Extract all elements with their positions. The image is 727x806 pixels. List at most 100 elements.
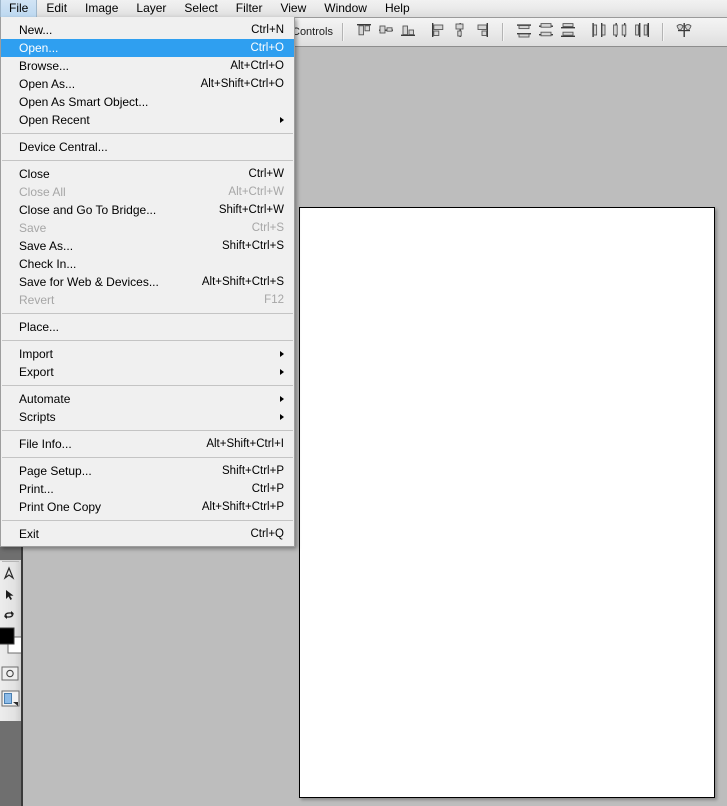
menu-item-new[interactable]: New... Ctrl+N — [1, 21, 294, 39]
menu-item-save-for-web-devices[interactable]: Save for Web & Devices... Alt+Shift+Ctrl+… — [1, 273, 294, 291]
menu-item-label: Import — [19, 347, 54, 361]
quick-mask-mode-icon[interactable] — [0, 665, 21, 688]
menu-item-shortcut: Ctrl+N — [251, 24, 284, 36]
menubar-item-image[interactable]: Image — [76, 0, 127, 17]
menubar-item-label: Edit — [46, 1, 68, 15]
menu-item-shortcut: Alt+Shift+Ctrl+I — [206, 438, 284, 450]
menu-item-scripts[interactable]: Scripts — [1, 408, 294, 426]
menubar-item-layer[interactable]: Layer — [127, 0, 175, 17]
document-canvas[interactable] — [299, 207, 715, 798]
menu-item-close-all: Close All Alt+Ctrl+W — [1, 183, 294, 201]
menu-item-shortcut: Ctrl+W — [248, 168, 284, 180]
menu-item-open-as-smart-object[interactable]: Open As Smart Object... — [1, 93, 294, 111]
menubar-item-label: Filter — [235, 1, 263, 15]
menu-item-shortcut: Ctrl+P — [251, 483, 284, 495]
menu-item-save: Save Ctrl+S — [1, 219, 294, 237]
foreground-background-colors-icon[interactable] — [0, 625, 21, 661]
menu-separator — [2, 457, 293, 458]
menubar-item-label: Window — [324, 1, 367, 15]
menu-item-close-and-go-to-bridge[interactable]: Close and Go To Bridge... Shift+Ctrl+W — [1, 201, 294, 219]
align-horizontal-centers-icon[interactable] — [451, 21, 469, 39]
auto-align-layers-icon[interactable] — [675, 21, 693, 39]
pen-tool-icon[interactable] — [0, 565, 21, 586]
menu-item-label: File Info... — [19, 437, 72, 451]
distribute-vertical-group — [513, 21, 579, 44]
menu-item-close[interactable]: Close Ctrl+W — [1, 165, 294, 183]
menu-item-label: Scripts — [19, 410, 56, 424]
menubar-item-label: Image — [85, 1, 119, 15]
menu-item-save-as[interactable]: Save As... Shift+Ctrl+S — [1, 237, 294, 255]
distribute-horizontal-centers-icon[interactable] — [611, 21, 629, 39]
menu-item-shortcut: Ctrl+Q — [250, 528, 284, 540]
distribute-bottom-edges-icon[interactable] — [559, 21, 577, 39]
file-menu-dropdown[interactable]: New... Ctrl+N Open... Ctrl+O Browse... Alt+Ct… — [0, 17, 295, 547]
screen-mode-icon[interactable] — [0, 689, 21, 714]
auto-align-group — [673, 21, 695, 44]
menu-item-print[interactable]: Print... Ctrl+P — [1, 480, 294, 498]
options-separator-1 — [341, 23, 344, 41]
align-bottom-edges-icon[interactable] — [399, 21, 417, 39]
menu-item-open-as[interactable]: Open As... Alt+Shift+Ctrl+O — [1, 75, 294, 93]
menu-item-print-one-copy[interactable]: Print One Copy Alt+Shift+Ctrl+P — [1, 498, 294, 516]
menu-item-check-in[interactable]: Check In... — [1, 255, 294, 273]
menubar-item-view[interactable]: View — [271, 0, 315, 17]
align-vertical-centers-icon[interactable] — [377, 21, 395, 39]
options-separator-3 — [661, 23, 664, 41]
menubar-item-file[interactable]: File — [0, 0, 38, 17]
menu-separator — [2, 430, 293, 431]
menu-item-label: Open Recent — [19, 113, 90, 127]
menu-item-open[interactable]: Open... Ctrl+O — [1, 39, 294, 57]
submenu-arrow-icon — [280, 396, 284, 402]
distribute-right-edges-icon[interactable] — [633, 21, 651, 39]
menu-item-label: Device Central... — [19, 140, 108, 154]
menu-separator — [2, 520, 293, 521]
menu-item-device-central[interactable]: Device Central... — [1, 138, 294, 156]
menu-item-import[interactable]: Import — [1, 345, 294, 363]
menu-item-shortcut: Ctrl+S — [251, 222, 284, 234]
align-top-edges-icon[interactable] — [355, 21, 373, 39]
menu-item-shortcut: Shift+Ctrl+W — [218, 204, 284, 216]
path-selection-tool-icon[interactable] — [0, 587, 21, 608]
menu-item-export[interactable]: Export — [1, 363, 294, 381]
menu-item-place[interactable]: Place... — [1, 318, 294, 336]
menu-item-label: Close — [19, 167, 50, 181]
align-edges-group — [353, 21, 419, 44]
distribute-left-edges-icon[interactable] — [589, 21, 607, 39]
menubar-item-window[interactable]: Window — [315, 0, 376, 17]
menu-separator — [2, 385, 293, 386]
menu-item-open-recent[interactable]: Open Recent — [1, 111, 294, 129]
menu-item-page-setup[interactable]: Page Setup... Shift+Ctrl+P — [1, 462, 294, 480]
menu-separator — [2, 160, 293, 161]
distribute-top-edges-icon[interactable] — [515, 21, 533, 39]
menu-item-label: Print One Copy — [19, 500, 102, 514]
align-right-edges-icon[interactable] — [473, 21, 491, 39]
menu-item-label: Save As... — [19, 239, 74, 253]
menu-bar: File Edit Image Layer Select Filter View Window… — [0, 0, 727, 18]
menu-separator — [2, 133, 293, 134]
menu-item-file-info[interactable]: File Info... Alt+Shift+Ctrl+I — [1, 435, 294, 453]
menu-item-label: Open As... — [19, 77, 76, 91]
menu-item-exit[interactable]: Exit Ctrl+Q — [1, 525, 294, 543]
menu-separator — [2, 340, 293, 341]
options-separator-2 — [501, 23, 504, 41]
menubar-item-edit[interactable]: Edit — [37, 0, 76, 17]
submenu-arrow-icon — [280, 369, 284, 375]
menubar-item-label: Help — [384, 1, 410, 15]
align-left-edges-icon[interactable] — [429, 21, 447, 39]
align-centers-group — [427, 21, 493, 44]
menubar-item-filter[interactable]: Filter — [227, 0, 272, 17]
tools-panel[interactable] — [0, 560, 22, 721]
menu-item-shortcut: F12 — [264, 294, 284, 306]
menu-item-label: Automate — [19, 392, 71, 406]
menubar-item-label: Select — [184, 1, 218, 15]
menubar-item-help[interactable]: Help — [376, 0, 419, 17]
distribute-vertical-centers-icon[interactable] — [537, 21, 555, 39]
menubar-item-label: Layer — [136, 1, 167, 15]
menu-item-shortcut: Alt+Shift+Ctrl+S — [201, 276, 284, 288]
menu-item-automate[interactable]: Automate — [1, 390, 294, 408]
menu-item-browse[interactable]: Browse... Alt+Ctrl+O — [1, 57, 294, 75]
menu-item-label: Save for Web & Devices... — [19, 275, 159, 289]
menubar-item-select[interactable]: Select — [175, 0, 226, 17]
menu-item-label: Print... — [19, 482, 54, 496]
menubar-item-label: File — [9, 1, 29, 15]
